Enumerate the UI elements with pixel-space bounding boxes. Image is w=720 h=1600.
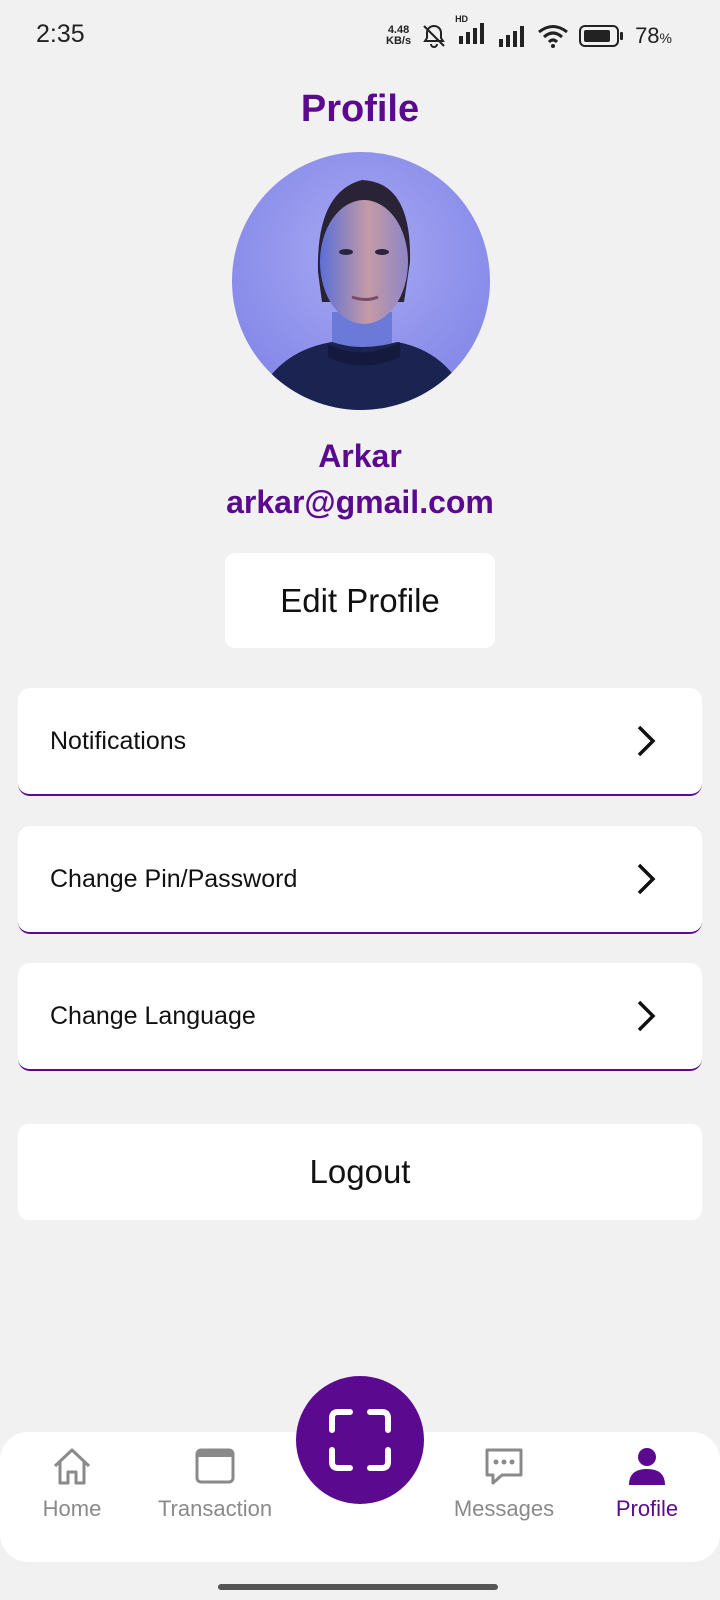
nav-profile[interactable]: Profile (577, 1442, 717, 1542)
logout-button[interactable]: Logout (18, 1124, 702, 1220)
window-icon (191, 1442, 239, 1490)
chevron-right-icon (637, 1000, 656, 1032)
user-name: Arkar (318, 438, 402, 474)
menu-item-label: Change Language (50, 1001, 256, 1030)
chevron-right-icon (637, 863, 656, 895)
status-icons: 4.48 KB/s HD 78% (386, 14, 672, 49)
home-indicator[interactable] (218, 1584, 498, 1590)
edit-profile-button[interactable]: Edit Profile (225, 553, 495, 648)
chevron-right-icon (637, 725, 656, 757)
scan-button[interactable] (296, 1376, 424, 1504)
menu-item-change-language[interactable]: Change Language (18, 963, 702, 1071)
nav-transaction[interactable]: Transaction (145, 1442, 285, 1542)
menu-item-label: Notifications (50, 726, 187, 755)
signal-hd-icon: HD (455, 14, 487, 49)
menu-item-change-pin-password[interactable]: Change Pin/Password (18, 826, 702, 934)
avatar[interactable] (232, 152, 490, 410)
menu-item-notifications[interactable]: Notifications (18, 688, 702, 796)
nav-label: Messages (453, 1496, 555, 1521)
page-title: Profile (300, 88, 420, 130)
notifications-off-icon (423, 24, 445, 48)
status-time: 2:35 (36, 20, 85, 48)
nav-label: Transaction (157, 1496, 273, 1521)
chat-icon (480, 1442, 528, 1490)
person-icon (623, 1442, 671, 1490)
nav-label: Home (42, 1496, 102, 1521)
battery-icon (579, 24, 624, 47)
nav-messages[interactable]: Messages (434, 1442, 574, 1542)
battery-percent: 78% (635, 22, 672, 48)
nav-home[interactable]: Home (2, 1442, 142, 1542)
user-email: arkar@gmail.com (226, 484, 494, 520)
signal-icon (499, 25, 525, 47)
home-icon (48, 1442, 96, 1490)
scan-icon (329, 1409, 391, 1471)
status-bar: 2:35 4.48 KB/s HD 78% (0, 0, 720, 72)
menu-item-label: Change Pin/Password (50, 864, 298, 893)
wifi-icon (538, 24, 568, 48)
nav-label: Profile (615, 1496, 679, 1521)
network-speed: 4.48 KB/s (386, 23, 412, 47)
